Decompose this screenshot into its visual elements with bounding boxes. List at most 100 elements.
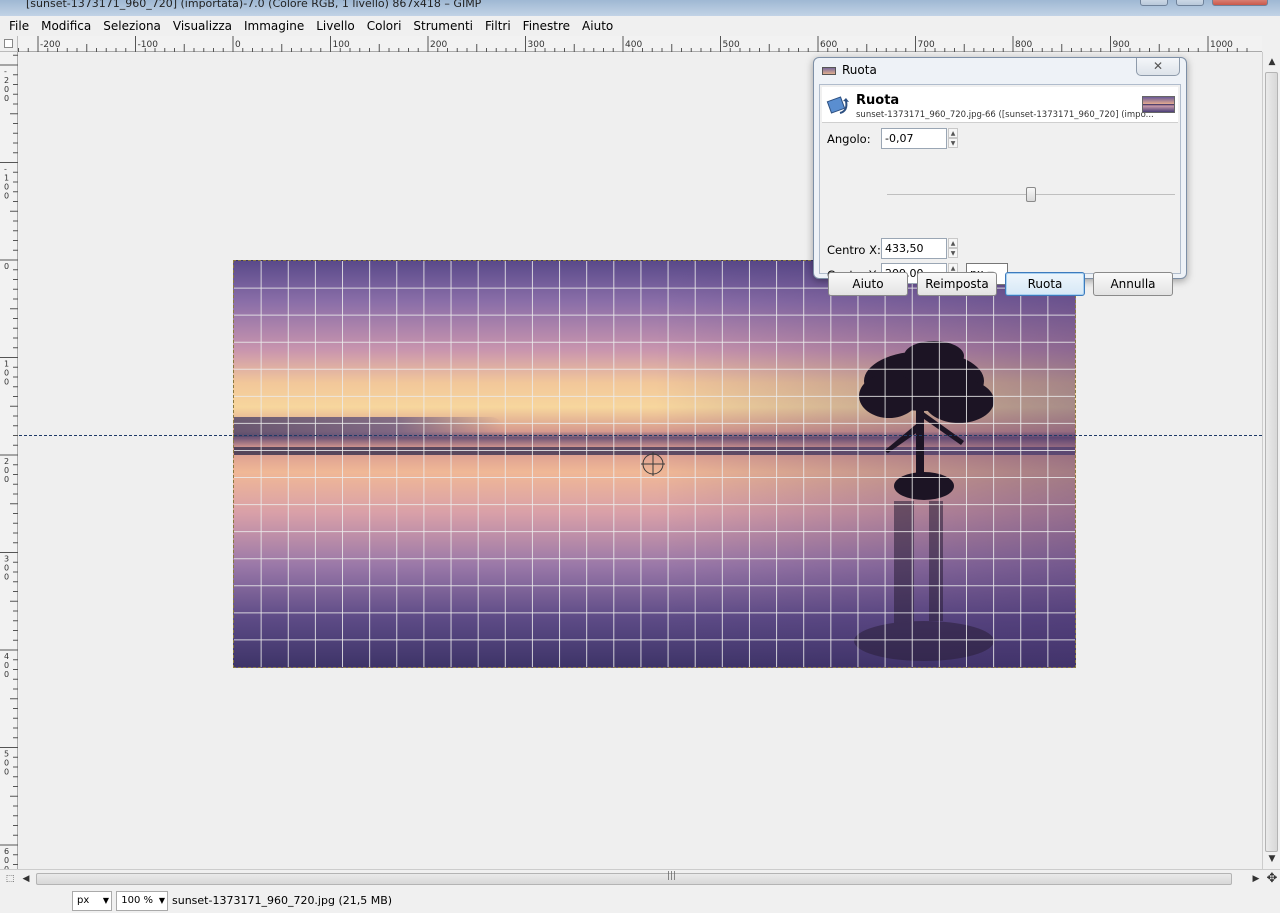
ruler-label: 500 [723, 40, 740, 50]
status-file-info: sunset-1373171_960_720.jpg (21,5 MB) [172, 894, 393, 907]
vertical-scroll-thumb[interactable] [1265, 72, 1278, 852]
menu-visualizza[interactable]: Visualizza [167, 16, 238, 36]
vertical-scrollbar[interactable]: ▲ ▼ [1262, 52, 1280, 869]
ruler-label: -200 [40, 40, 61, 50]
scroll-left-icon[interactable]: ◀ [20, 873, 32, 885]
ruler-label: - [4, 67, 7, 76]
menu-livello[interactable]: Livello [310, 16, 361, 36]
close-window-button[interactable] [1212, 0, 1268, 6]
ruler-label: 0 [4, 262, 9, 271]
scroll-down-icon[interactable]: ▼ [1266, 853, 1278, 865]
chevron-up-icon[interactable]: ▲ [948, 238, 958, 248]
dialog-header-title: Ruota [856, 93, 900, 108]
ruler-label: 0 [4, 466, 9, 475]
ruler-label: 1 [4, 360, 9, 369]
ruler-label: 0 [4, 475, 9, 484]
ruler-label: 6 [4, 847, 9, 856]
chevron-down-icon[interactable]: ▼ [948, 248, 958, 258]
ruler-label: 0 [4, 183, 9, 192]
menu-aiuto[interactable]: Aiuto [576, 16, 619, 36]
ruler-label: 0 [4, 369, 9, 378]
chevron-down-icon: ▼ [102, 896, 109, 905]
menu-arrow-icon [4, 39, 13, 48]
ruler-label: 4 [4, 652, 9, 661]
ruler-label: 800 [1015, 40, 1032, 50]
dialog-title: Ruota [842, 63, 877, 77]
dialog-close-button[interactable]: ✕ [1136, 58, 1180, 76]
menu-immagine[interactable]: Immagine [238, 16, 310, 36]
ruler-label: 600 [820, 40, 837, 50]
scroll-up-icon[interactable]: ▲ [1266, 56, 1278, 68]
horizontal-ruler[interactable]: -200 -100 0 100 200 300 400 500 600 700 800 900 1000 [18, 36, 1262, 52]
menu-modifica[interactable]: Modifica [35, 16, 97, 36]
ruler-label: 0 [4, 85, 9, 94]
ruler-label: 2 [4, 76, 9, 85]
horizontal-scroll-thumb[interactable]: ||| [36, 871, 1232, 885]
ruler-label: 400 [625, 40, 642, 50]
menu-colori[interactable]: Colori [361, 16, 408, 36]
dialog-header-subtitle: sunset-1373171_960_720.jpg-66 ([sunset-1… [856, 110, 1154, 120]
ruler-label: 700 [918, 40, 935, 50]
pivot-icon[interactable] [641, 452, 665, 476]
quickmask-icon[interactable]: ⬚ [4, 873, 16, 885]
rotate-dialog: Ruota ✕ Ruota sunset-1373171_960_720.jpg… [813, 57, 1187, 296]
chevron-down-icon[interactable]: ▼ [948, 138, 958, 148]
menu-finestre[interactable]: Finestre [517, 16, 576, 36]
dialog-titlebar[interactable]: Ruota ✕ [814, 58, 1186, 84]
dialog-body: Ruota sunset-1373171_960_720.jpg-66 ([su… [819, 84, 1181, 296]
ruler-label: 0 [4, 378, 9, 387]
angle-slider-handle[interactable] [1026, 187, 1036, 202]
ruler-label: 0 [4, 768, 9, 777]
angle-input[interactable]: -0,07 [881, 128, 947, 149]
menu-seleziona[interactable]: Seleziona [97, 16, 167, 36]
angle-label: Angolo: [827, 132, 871, 146]
center-x-stepper[interactable]: ▲ ▼ [948, 238, 958, 259]
menu-file[interactable]: File [3, 16, 35, 36]
window-title: [sunset-1373171_960_720] (importata)-7.0… [26, 0, 482, 10]
ruler-label: -100 [138, 40, 159, 50]
ruler-label: 5 [4, 750, 9, 759]
ruler-label: 0 [4, 573, 9, 582]
vertical-ruler[interactable]: -200-1000100200300400500600 [0, 52, 18, 869]
unit-select[interactable]: px ▼ [72, 891, 112, 911]
zoom-value: 100 % [121, 895, 153, 906]
image-icon [822, 67, 836, 75]
chevron-down-icon: ▼ [158, 896, 165, 905]
ruler-label: 2 [4, 457, 9, 466]
window-titlebar: [sunset-1373171_960_720] (importata)-7.0… [0, 0, 1280, 16]
scroll-right-icon[interactable]: ▶ [1250, 873, 1262, 885]
ruler-label: 0 [4, 856, 9, 865]
ruler-label: 300 [528, 40, 545, 50]
status-bar: px ▼ 100 % ▼ sunset-1373171_960_720.jpg (2… [0, 887, 1280, 913]
cancel-button[interactable]: Annulla [1093, 272, 1173, 296]
angle-stepper[interactable]: ▲ ▼ [948, 128, 958, 149]
ruler-label: 900 [1113, 40, 1130, 50]
center-x-input[interactable]: 433,50 [881, 238, 947, 259]
menu-strumenti[interactable]: Strumenti [407, 16, 479, 36]
ruler-label: 3 [4, 555, 9, 564]
horizontal-scrollbar[interactable]: ⬚ ◀ ||| ▶ ✥ [0, 869, 1280, 887]
chevron-up-icon[interactable]: ▲ [948, 128, 958, 138]
reset-button[interactable]: Reimposta [917, 272, 997, 296]
minimize-button[interactable] [1140, 0, 1168, 6]
ruler-label: 0 [4, 759, 9, 768]
ruler-label: - [4, 165, 7, 174]
maximize-button[interactable] [1176, 0, 1204, 6]
ruler-label: 100 [333, 40, 350, 50]
ruler-label: 0 [4, 661, 9, 670]
menu-filtri[interactable]: Filtri [479, 16, 517, 36]
ruler-label: 0 [4, 94, 9, 103]
ruler-corner[interactable] [0, 36, 18, 52]
rotate-button[interactable]: Ruota [1005, 272, 1085, 296]
rotate-tool-icon [826, 96, 849, 114]
unit-value: px [77, 895, 90, 906]
help-button[interactable]: Aiuto [828, 272, 908, 296]
menu-bar: File Modifica Seleziona Visualizza Immag… [0, 16, 1280, 36]
zoom-select[interactable]: 100 % ▼ [116, 891, 168, 911]
horizontal-guide [19, 435, 1262, 436]
center-x-label: Centro X: [827, 243, 881, 257]
ruler-label: 0 [4, 192, 9, 201]
navigate-icon[interactable]: ✥ [1266, 872, 1278, 885]
ruler-label: 0 [235, 40, 241, 50]
ruler-label: 1000 [1210, 40, 1233, 50]
